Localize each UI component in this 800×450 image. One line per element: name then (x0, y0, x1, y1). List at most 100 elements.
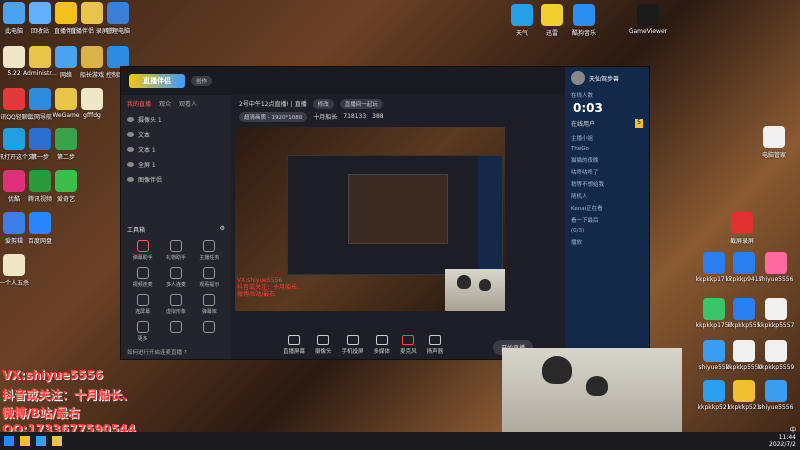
viewer-list-item[interactable]: 随机人 (565, 190, 649, 202)
tool-button[interactable] (160, 321, 191, 342)
source-label: 图像伴侣 (138, 177, 163, 184)
app-icon (765, 298, 787, 320)
tool-button[interactable]: 更多 (127, 321, 158, 342)
viewer-list-item[interactable]: 咕咚咕咚了 (565, 166, 649, 178)
tool-label: 更多 (137, 336, 148, 342)
start-icon[interactable] (4, 436, 14, 446)
app-icon (55, 170, 77, 192)
desktop-icon[interactable]: 第二步 (44, 128, 88, 161)
button-label: 扬声器 (426, 349, 444, 355)
app-icon (3, 254, 25, 276)
viewer-list-item[interactable]: 主播小姐 (565, 132, 649, 144)
source-item[interactable]: 全屏 1 (121, 157, 231, 172)
tool-button[interactable]: 多人连麦 (160, 267, 191, 288)
app-icon (107, 46, 129, 68)
tool-button[interactable]: 弹幕库 (194, 294, 225, 315)
tool-button[interactable]: 连屏幕 (127, 294, 158, 315)
preview-area: 2号中午12点直播! | 直播 修改 直播间一起玩 超清画质 - 1920*10… (233, 95, 563, 359)
app-icon (573, 4, 595, 26)
button-label: 摄像头 (315, 349, 332, 355)
phone-cast-button[interactable]: 手机投屏 (342, 335, 364, 355)
stat-name: 十月船长 (313, 114, 338, 121)
desktop-icon-label: shiyue5556 (758, 276, 794, 283)
version-badge[interactable]: 创作 (191, 76, 213, 86)
desktop-icon[interactable]: 爱奇艺 (44, 170, 88, 203)
source-item[interactable]: 摄像头 1 (121, 112, 231, 127)
desktop-icon[interactable]: kkpkkp5557 (754, 298, 798, 329)
eye-icon[interactable] (127, 147, 134, 152)
desktop-icon[interactable]: kkpkkp5559 (754, 340, 798, 371)
app-icon (55, 128, 77, 150)
desktop-icon[interactable]: 酷狗音乐 (562, 4, 606, 37)
viewer-list-item[interactable]: Kenai正在看 (565, 202, 649, 214)
explorer-icon[interactable] (20, 436, 30, 446)
app-icon (733, 252, 755, 274)
source-list: 摄像头 1 文本 文本 1 全屏 1 图像伴侣 (121, 112, 231, 187)
edit-title-button[interactable]: 修改 (312, 98, 334, 109)
desktop-icon[interactable]: 管理电脑 (96, 2, 140, 35)
speaker-button[interactable]: 扬声器 (426, 335, 444, 355)
eye-icon[interactable] (127, 117, 134, 122)
tool-button[interactable]: 主播任务 (194, 240, 225, 261)
source-item[interactable]: 图像伴侣 (121, 172, 231, 187)
app-icon (733, 380, 755, 402)
desktop-icon[interactable]: GameViewer (626, 4, 670, 35)
nested-window-inner (348, 174, 448, 244)
tab-viewers[interactable]: 观看人 (179, 99, 197, 108)
microphone-button[interactable]: 麦克风 (400, 335, 417, 355)
eye-icon[interactable] (127, 132, 134, 137)
desktop-icon[interactable]: shiyue5556 (754, 252, 798, 283)
viewer-count-badge: 5 (635, 119, 643, 128)
desktop-icon[interactable]: 一个人五杀 (0, 254, 36, 287)
live-app-icon[interactable] (52, 436, 62, 446)
avatar (571, 71, 585, 85)
desktop-icon-label: kkpkkp5557 (757, 322, 795, 329)
clock-time[interactable]: 11:44 (769, 434, 796, 441)
viewer-list-item[interactable]: 播放 (565, 236, 649, 248)
tool-label: 视频连麦 (132, 282, 153, 288)
tab-audience[interactable]: 观众 (159, 99, 171, 108)
tool-button[interactable]: 弹幕助手 (127, 240, 158, 261)
screen-capture-button[interactable]: 直播屏幕 (283, 335, 305, 355)
tool-label: 弹幕助手 (132, 255, 153, 261)
source-item[interactable]: 文本 (121, 127, 231, 142)
desktop-icon[interactable]: 电脑管家 (752, 126, 796, 159)
tool-button[interactable]: 视频连麦 (127, 267, 158, 288)
desktop-icon[interactable]: shiyue5556 (754, 380, 798, 411)
eye-icon[interactable] (127, 177, 134, 182)
room-tag[interactable]: 直播间一起玩 (339, 98, 383, 109)
browser-icon[interactable] (36, 436, 46, 446)
desktop-icon[interactable]: 截屏录屏 (720, 212, 764, 245)
button-label: 多媒体 (373, 349, 391, 355)
viewer-list-item[interactable]: 稍等不想给我 (565, 178, 649, 190)
clock-date[interactable]: 2022/7/2 (769, 441, 796, 448)
media-button[interactable]: 多媒体 (373, 335, 391, 355)
tool-button[interactable]: 礼物助手 (160, 240, 191, 261)
app-icon (637, 4, 659, 26)
source-item[interactable]: 文本 1 (121, 142, 231, 157)
preview-overlay-line: 抖音或关注：十月船长、 (237, 284, 304, 291)
settings-icon[interactable]: ⚙ (220, 225, 225, 234)
desktop-icon[interactable]: 百度网盘 (18, 212, 62, 245)
button-label: 直播屏幕 (283, 349, 306, 355)
viewer-list-item[interactable]: 看一下最后 (565, 214, 649, 226)
ime-indicator[interactable]: 中 (790, 427, 796, 434)
resolution-select[interactable]: 超清画质 - 1920*1080 (239, 111, 308, 122)
tool-icon (136, 321, 149, 333)
camera-button[interactable]: 摄像头 (315, 335, 332, 355)
viewer-list-item[interactable]: (0/3) (565, 226, 649, 236)
viewer-list-item[interactable]: TheGo (565, 144, 649, 154)
app-icon (731, 212, 753, 234)
tool-button[interactable] (194, 321, 225, 342)
help-link[interactable]: 如何进行开启连麦直播 ? (121, 348, 231, 356)
app-icon (107, 2, 129, 24)
tool-button[interactable]: 观看提示 (194, 267, 225, 288)
tab-live[interactable]: 我的直播 (127, 99, 151, 108)
desktop-icon[interactable]: gfffdg (70, 88, 114, 119)
viewer-list-item[interactable]: 猫猫的夜晚 (565, 154, 649, 166)
eye-icon[interactable] (127, 162, 134, 167)
stream-preview[interactable]: VX:shiyue5556 抖音或关注：十月船长、 微博/B站/最右 (235, 127, 505, 311)
overlay-line-1: VX:shiyue5556 (2, 368, 104, 382)
tool-button[interactable]: 虚拟形象 (160, 294, 191, 315)
stat-id: 718133 (343, 113, 367, 120)
